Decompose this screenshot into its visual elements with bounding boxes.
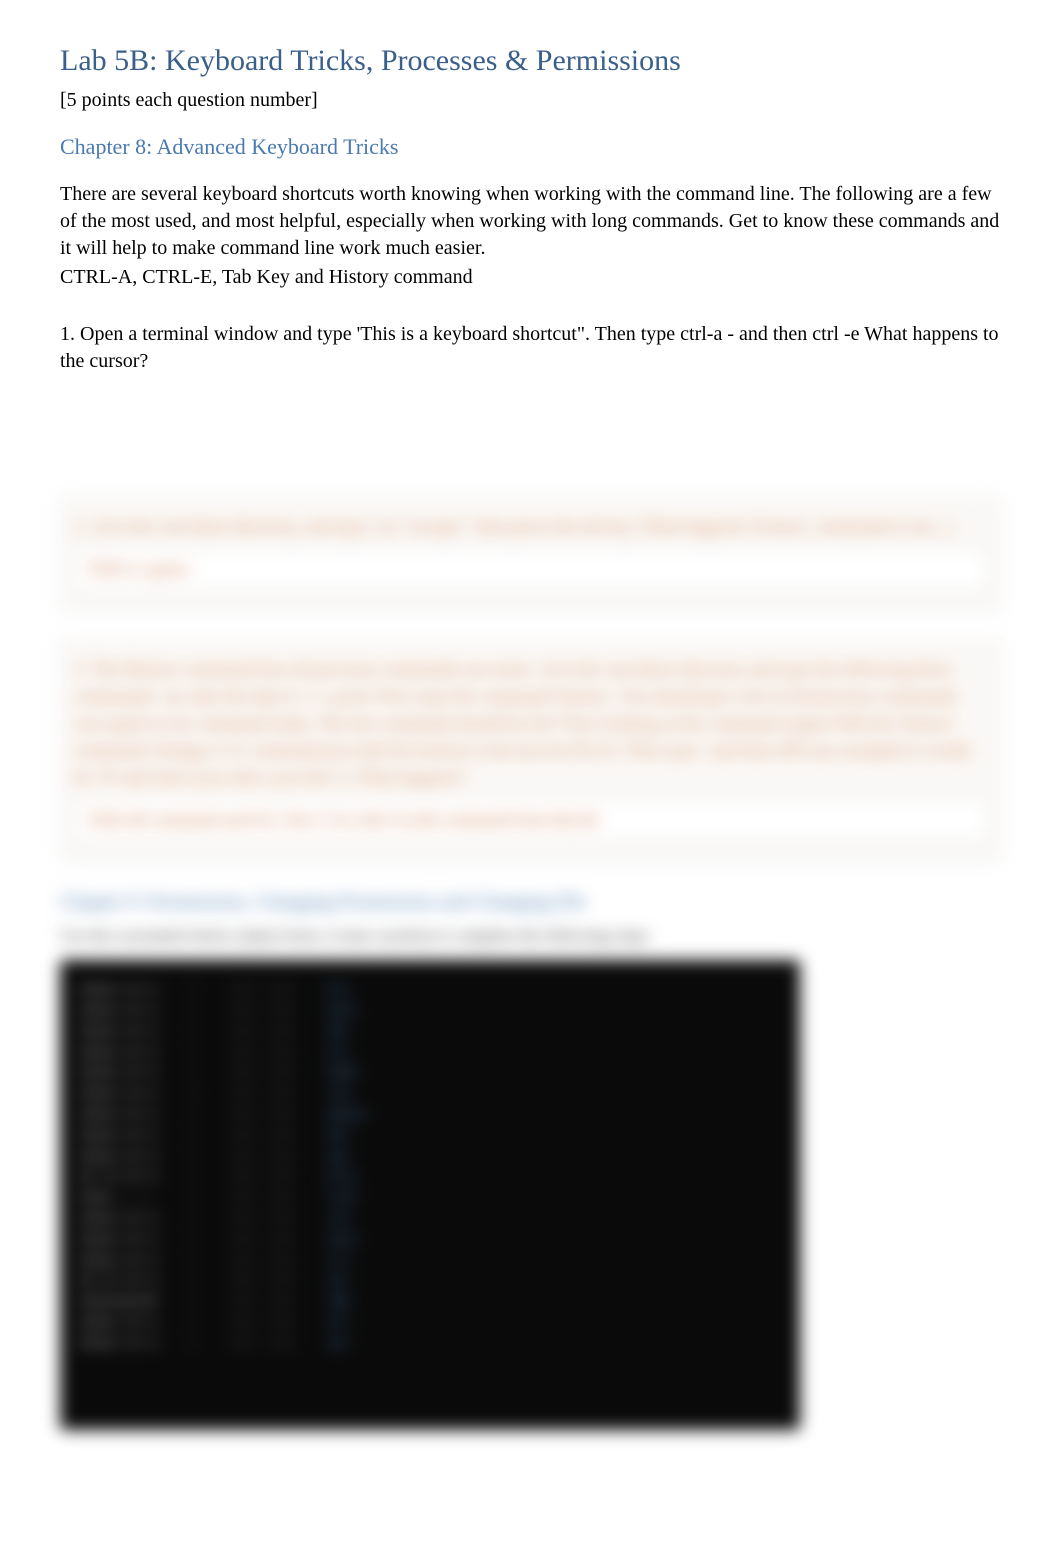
intro-paragraph-2: CTRL-A, CTRL-E, Tab Key and History comm… bbox=[60, 264, 1002, 291]
blurred-q2-text: 2. cd to the /usr/share directory, and t… bbox=[74, 513, 988, 540]
intro-paragraph-1: There are several keyboard shortcuts wor… bbox=[60, 181, 1002, 262]
lab-title: Lab 5B: Keyboard Tricks, Processes & Per… bbox=[60, 40, 1002, 82]
blurred-q3-text: 3. The History command lists all previou… bbox=[74, 656, 988, 791]
blurred-q3-answer: TAB old command used for. Now 5 its with… bbox=[74, 799, 988, 841]
blurred-question-2: 2. cd to the /usr/share directory, and t… bbox=[60, 495, 1002, 608]
blurred-q2-answer: TAB is a guess bbox=[74, 548, 988, 590]
chapter-8-heading: Chapter 8: Advanced Keyboard Tricks bbox=[60, 132, 1002, 163]
blurred-chapter-9-section: Chapter 9: Permissions, Changing Permiss… bbox=[60, 888, 1002, 1430]
question-1: 1. Open a terminal window and type 'This… bbox=[60, 321, 1002, 375]
points-subtitle: [5 points each question number] bbox=[60, 86, 1002, 114]
chapter-9-subtext: Use the screenshot below (taken from a L… bbox=[60, 924, 1002, 948]
chapter-9-heading: Chapter 9: Permissions, Changing Permiss… bbox=[60, 888, 1002, 916]
blurred-preview-region: 2. cd to the /usr/share directory, and t… bbox=[60, 495, 1002, 1430]
blurred-question-3: 3. The History command lists all previou… bbox=[60, 638, 1002, 859]
terminal-screenshot: drwxr-xr-x2root rootbin drwxr-xr-x3root … bbox=[60, 960, 800, 1430]
